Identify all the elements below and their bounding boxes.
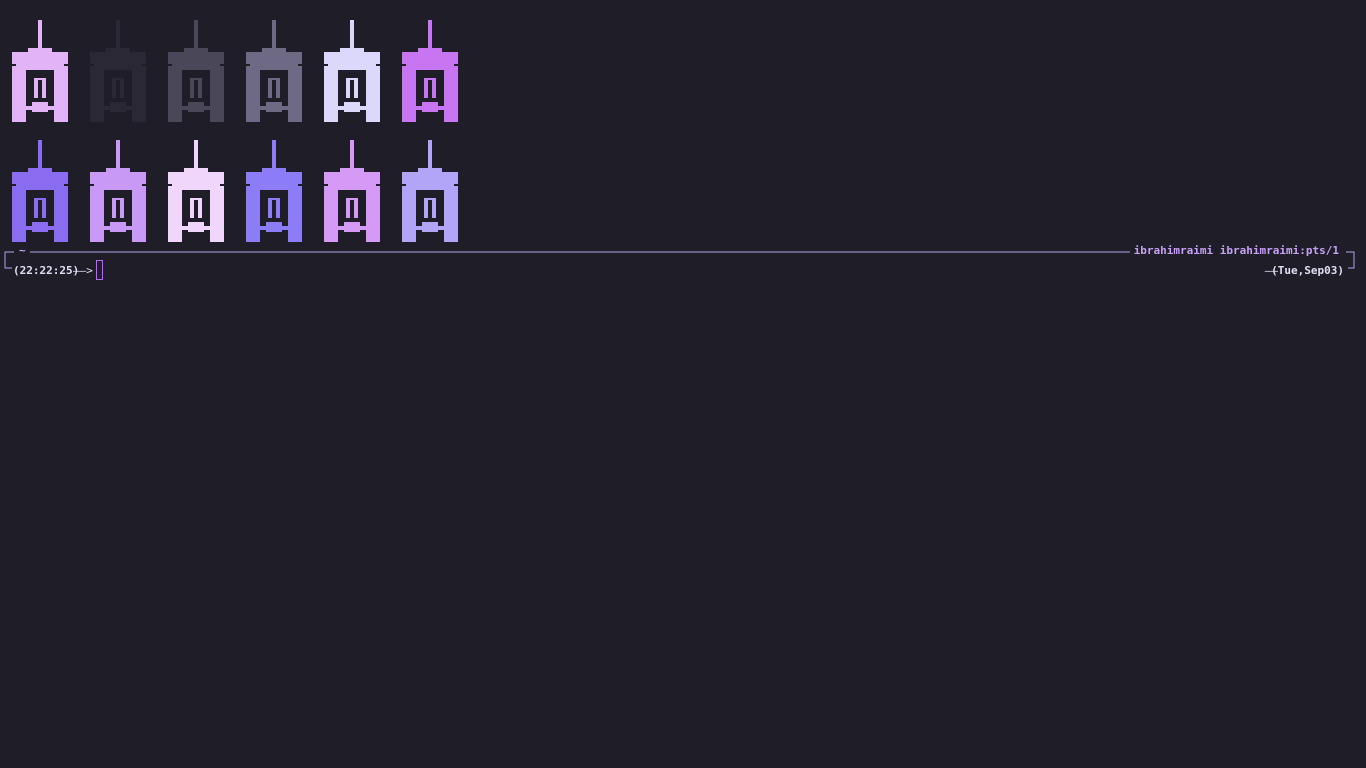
current-directory: ~: [17, 244, 28, 258]
tank-glyph-icon: [402, 20, 458, 122]
prompt-time: (22:22:25): [13, 264, 80, 277]
tank-glyph-icon: [246, 140, 302, 242]
tank-glyph-icon: [402, 140, 458, 242]
tank-glyph-icon: [90, 20, 146, 122]
host-info: ibrahimraimi ibrahimraimi:pts/1: [1129, 244, 1343, 258]
color-palette-art: [0, 0, 480, 250]
tank-glyph-icon: [324, 140, 380, 242]
tank-glyph-icon: [246, 20, 302, 122]
tank-glyph-icon: [12, 20, 68, 122]
prompt-date: (Tue,Sep03): [1271, 264, 1344, 277]
tank-glyph-icon: [90, 140, 146, 242]
shell-prompt: ~ ibrahimraimi ibrahimraimi:pts/1 (22:22…: [0, 243, 1366, 283]
tank-glyph-icon: [168, 20, 224, 122]
tank-glyph-icon: [324, 20, 380, 122]
text-cursor[interactable]: [96, 260, 103, 280]
prompt-arrow: ——>: [73, 264, 93, 277]
tank-glyph-icon: [12, 140, 68, 242]
tank-glyph-icon: [168, 140, 224, 242]
terminal-window[interactable]: ~ ibrahimraimi ibrahimraimi:pts/1 (22:22…: [0, 0, 1366, 768]
